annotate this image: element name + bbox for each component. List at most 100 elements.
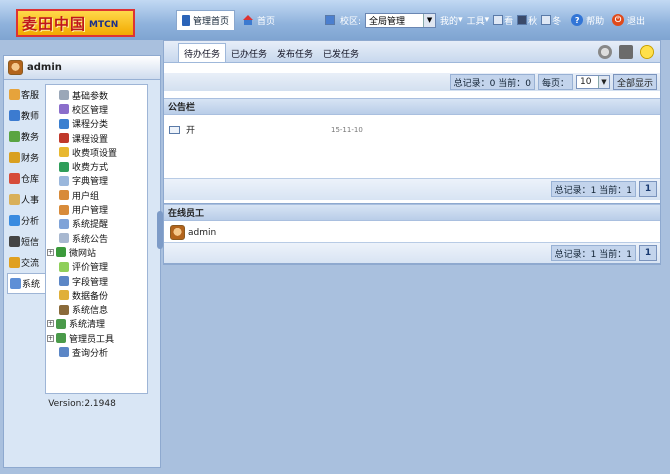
submenu-label: 收费项设置	[72, 148, 118, 159]
fee-method-icon	[59, 161, 69, 172]
online-user-item[interactable]: admin	[170, 225, 216, 240]
tab-todo[interactable]: 待办任务	[178, 43, 227, 62]
globe-icon[interactable]	[598, 45, 612, 59]
submenu-item-11[interactable]: + 微网站	[46, 245, 147, 259]
field-icon	[59, 276, 69, 286]
submenu-item-10[interactable]: 系统公告	[46, 231, 147, 245]
power-icon: ⏻	[612, 14, 625, 26]
notice-title: 公告栏	[168, 103, 196, 113]
submenu-item-2[interactable]: 课程分类	[46, 117, 147, 131]
campus-select[interactable]: 全局管理 ▼	[365, 12, 437, 28]
module-nav: 客服教师教务财务 仓库 人事 分析 短信交流系统	[7, 84, 47, 294]
submenu-item-16[interactable]: + 系统清理	[46, 317, 147, 331]
submenu-item-3[interactable]: 课程设置	[46, 131, 147, 145]
left-panel: admin 客服 教师 教务 财务 仓库 人事 分析 短信 交流 系统 基础参数 校区管理 课程分类课…	[3, 55, 163, 468]
view-switch-3[interactable]: 冬	[541, 14, 561, 27]
submenu-item-8[interactable]: 用户管理	[46, 202, 147, 216]
help-button[interactable]: ? 帮助	[571, 14, 604, 27]
reminder-icon	[59, 218, 69, 229]
submenu-item-6[interactable]: 字典管理	[46, 174, 147, 188]
notice-page-1[interactable]: 1	[639, 181, 657, 197]
tab-done[interactable]: 已办任务	[226, 44, 272, 62]
module-3[interactable]: 财务	[7, 147, 47, 168]
submenu-item-7[interactable]: 用户组	[46, 188, 147, 202]
submenu-item-15[interactable]: 系统信息	[46, 302, 147, 316]
page-icon	[182, 15, 190, 26]
task-tabs: 待办任务 已办任务 发布任务 已发任务	[164, 41, 660, 63]
submenu-label: 系统清理	[69, 320, 106, 331]
view-label-1: 看	[504, 16, 514, 27]
submenu-item-17[interactable]: + 管理员工具	[46, 331, 147, 345]
tools-menu-label: 工具	[466, 16, 485, 27]
module-8[interactable]: 交流	[7, 252, 47, 273]
submenu-item-18[interactable]: 查询分析	[46, 345, 147, 359]
tab-published[interactable]: 已发任务	[318, 44, 364, 62]
tab-publish[interactable]: 发布任务	[272, 44, 318, 62]
module-6[interactable]: 分析	[7, 210, 47, 231]
top-tabs: 管理首页 首页	[176, 10, 282, 30]
submenu-item-13[interactable]: 字段管理	[46, 274, 147, 288]
chevron-down-icon: ▼	[423, 13, 436, 27]
tab-published-label: 已发任务	[323, 49, 360, 60]
notice-pager: 总记录：1 当前：1 1	[550, 181, 657, 197]
view-switch-2[interactable]: 秋	[517, 14, 537, 27]
campus-label: 校区:	[340, 16, 362, 27]
exit-button[interactable]: ⏻ 退出	[612, 14, 645, 27]
avatar	[170, 225, 185, 240]
submenu-item-4[interactable]: 收费项设置	[46, 145, 147, 159]
submenu-label: 数据备份	[72, 291, 109, 302]
user-group-icon	[59, 190, 69, 201]
tools-menu[interactable]: 工具 ▾	[467, 14, 490, 27]
show-all-button[interactable]: 全部显示	[612, 74, 657, 90]
system-submenu: 基础参数 校区管理 课程分类课程设置收费项设置 收费方式 字典管理 用户组用户管理 系统提醒…	[45, 84, 148, 394]
submenu-label: 系统公告	[72, 234, 109, 245]
module-7[interactable]: 短信	[7, 231, 47, 252]
view-label-3: 冬	[552, 16, 562, 27]
module-2[interactable]: 教务	[7, 126, 47, 147]
logo: 麦田中国 MTCN	[16, 9, 135, 37]
module-4[interactable]: 仓库	[7, 168, 47, 189]
submenu-item-14[interactable]: 数据备份	[46, 288, 147, 302]
help-icon: ?	[571, 14, 584, 26]
module-label: 交流	[21, 259, 40, 269]
backup-icon	[59, 290, 69, 301]
expand-icon[interactable]: +	[47, 334, 54, 342]
smiley-icon[interactable]	[640, 45, 654, 59]
tab-home[interactable]: 首页	[237, 10, 280, 30]
sysinfo-icon	[59, 304, 69, 315]
view-switch-1[interactable]: 看	[493, 14, 513, 27]
tab-admin-home[interactable]: 管理首页	[176, 10, 236, 30]
per-page-select[interactable]: 10 ▼	[575, 75, 610, 89]
mail-icon	[169, 125, 180, 134]
submenu-item-9[interactable]: 系统提醒	[46, 217, 147, 231]
online-title: 在线员工	[168, 209, 205, 219]
expand-icon[interactable]: +	[47, 248, 54, 256]
module-label: 教务	[21, 133, 40, 143]
expand-icon[interactable]: +	[47, 320, 54, 328]
submenu-label: 管理员工具	[69, 334, 115, 345]
module-5[interactable]: 人事	[7, 189, 47, 210]
notice-item-text[interactable]: 开	[186, 123, 195, 136]
notice-item[interactable]: 开	[169, 123, 195, 136]
module-9[interactable]: 系统	[7, 273, 47, 294]
submenu-label: 字段管理	[72, 277, 109, 288]
submenu-item-12[interactable]: 评价管理	[46, 260, 147, 274]
my-menu-label: 我的	[440, 16, 459, 27]
online-page-1[interactable]: 1	[639, 245, 657, 261]
view-icon	[517, 15, 528, 25]
sms-icon	[9, 236, 20, 247]
tab-home-label: 首页	[257, 16, 276, 27]
customer-service-icon	[9, 89, 20, 100]
submenu-item-0[interactable]: 基础参数	[46, 88, 147, 102]
notice-item-date: 15-11-10	[331, 126, 363, 134]
module-label: 客服	[21, 91, 40, 101]
submenu-label: 用户管理	[72, 206, 109, 217]
submenu-item-5[interactable]: 收费方式	[46, 159, 147, 173]
module-0[interactable]: 客服	[7, 84, 47, 105]
submenu-label: 课程设置	[72, 134, 109, 145]
submenu-item-1[interactable]: 校区管理	[46, 102, 147, 116]
printer-icon[interactable]	[619, 45, 633, 59]
my-menu[interactable]: 我的 ▾	[440, 14, 463, 27]
cleanup-icon	[56, 318, 66, 329]
module-1[interactable]: 教师	[7, 105, 47, 126]
